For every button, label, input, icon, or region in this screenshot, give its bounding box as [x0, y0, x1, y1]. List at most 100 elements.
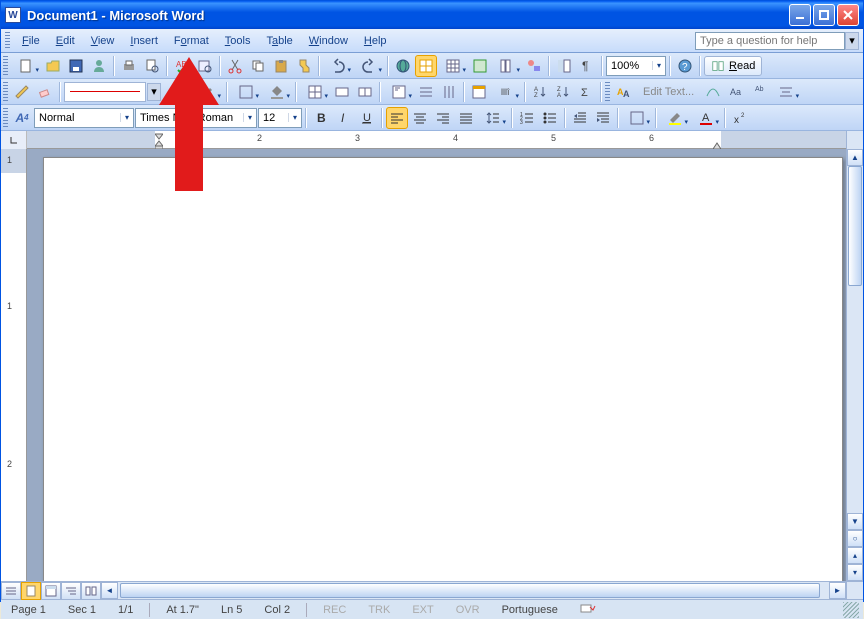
- hyperlink-button[interactable]: [392, 55, 414, 77]
- justify-button[interactable]: [455, 107, 477, 129]
- open-button[interactable]: [42, 55, 64, 77]
- toolbar-grip[interactable]: [3, 56, 8, 76]
- prev-page-button[interactable]: ▴: [847, 547, 863, 564]
- merge-cells-button[interactable]: [331, 81, 353, 103]
- toolbar-grip[interactable]: [5, 32, 10, 50]
- border-color-button[interactable]: [193, 81, 223, 103]
- spellcheck-button[interactable]: ABC: [171, 55, 193, 77]
- web-layout-view-button[interactable]: [41, 582, 61, 600]
- help-search-input[interactable]: Type a question for help: [695, 32, 845, 50]
- align-top-left-button[interactable]: [384, 81, 414, 103]
- scroll-right-button[interactable]: ►: [829, 582, 846, 599]
- print-preview-button[interactable]: [141, 55, 163, 77]
- page[interactable]: [43, 157, 843, 581]
- menu-view[interactable]: View: [83, 33, 123, 49]
- resize-grip[interactable]: [843, 602, 859, 618]
- cut-button[interactable]: [224, 55, 246, 77]
- text-direction-button[interactable]: lllî: [491, 81, 521, 103]
- numbering-button[interactable]: 123: [516, 107, 538, 129]
- menu-window[interactable]: Window: [301, 33, 356, 49]
- tab-selector[interactable]: [1, 131, 27, 149]
- scroll-down-button[interactable]: ▼: [847, 513, 863, 530]
- italic-button[interactable]: I: [333, 107, 355, 129]
- font-combo[interactable]: Times New Roman▾: [135, 108, 257, 128]
- shading-color-button[interactable]: [262, 81, 292, 103]
- hscroll-thumb[interactable]: [120, 583, 820, 598]
- paste-button[interactable]: [270, 55, 292, 77]
- align-center-button[interactable]: [409, 107, 431, 129]
- menu-insert[interactable]: Insert: [122, 33, 166, 49]
- sort-asc-button[interactable]: AZ: [529, 81, 551, 103]
- toolbar-grip[interactable]: [605, 82, 610, 102]
- scroll-left-button[interactable]: ◄: [101, 582, 118, 599]
- toolbar-grip[interactable]: [3, 82, 8, 102]
- tables-borders-button[interactable]: [415, 55, 437, 77]
- split-cells-button[interactable]: [354, 81, 376, 103]
- font-size-combo[interactable]: 12▾: [258, 108, 302, 128]
- save-button[interactable]: [65, 55, 87, 77]
- scroll-up-button[interactable]: ▲: [847, 149, 863, 166]
- insert-table-button-2[interactable]: [300, 81, 330, 103]
- copy-button[interactable]: [247, 55, 269, 77]
- menu-help[interactable]: Help: [356, 33, 395, 49]
- style-lock-icon[interactable]: AA: [613, 81, 635, 103]
- line-weight-combo[interactable]: [162, 81, 192, 103]
- styles-pane-button[interactable]: A4: [11, 107, 33, 129]
- font-color-button[interactable]: A: [691, 107, 721, 129]
- wordart-vertical-button[interactable]: Ab: [748, 81, 770, 103]
- line-style-dropdown[interactable]: ▾: [147, 83, 161, 101]
- horizontal-ruler[interactable]: 1 2 3 4 5 6 7: [27, 131, 846, 149]
- doc-map-button[interactable]: [553, 55, 575, 77]
- status-language[interactable]: Portuguese: [496, 604, 564, 616]
- wordart-same-height-button[interactable]: Aa: [725, 81, 747, 103]
- excel-button[interactable]: [469, 55, 491, 77]
- normal-view-button[interactable]: [1, 582, 21, 600]
- insert-table-button[interactable]: [438, 55, 468, 77]
- bold-button[interactable]: B: [310, 107, 332, 129]
- minimize-button[interactable]: [789, 4, 811, 26]
- underline-button[interactable]: U: [356, 107, 378, 129]
- bullets-button[interactable]: [539, 107, 561, 129]
- align-right-button[interactable]: [432, 107, 454, 129]
- print-button[interactable]: [118, 55, 140, 77]
- new-document-button[interactable]: [11, 55, 41, 77]
- document-area[interactable]: [27, 149, 846, 581]
- status-ovr[interactable]: OVR: [450, 604, 486, 616]
- outline-view-button[interactable]: [61, 582, 81, 600]
- status-spellcheck-icon[interactable]: [574, 602, 602, 617]
- print-layout-view-button[interactable]: [21, 582, 41, 600]
- wordart-align-button[interactable]: [771, 81, 801, 103]
- highlight-button[interactable]: [660, 107, 690, 129]
- browse-object-button[interactable]: ○: [847, 530, 863, 547]
- toolbar-grip[interactable]: [3, 108, 8, 128]
- line-spacing-button[interactable]: [478, 107, 508, 129]
- superscript-button[interactable]: x2: [729, 107, 751, 129]
- vertical-scrollbar[interactable]: ▲ ▼ ○ ▴ ▾: [846, 149, 863, 581]
- indent-marker[interactable]: [155, 131, 163, 149]
- distribute-cols-button[interactable]: [438, 81, 460, 103]
- style-combo[interactable]: Normal▾: [34, 108, 134, 128]
- zoom-combo[interactable]: 100%▾: [606, 56, 666, 76]
- line-style-combo[interactable]: [64, 82, 146, 102]
- increase-indent-button[interactable]: [592, 107, 614, 129]
- decrease-indent-button[interactable]: [569, 107, 591, 129]
- menu-table[interactable]: Table: [258, 33, 300, 49]
- help-button[interactable]: ?: [674, 55, 696, 77]
- redo-button[interactable]: [354, 55, 384, 77]
- show-hide-button[interactable]: ¶: [576, 55, 598, 77]
- menu-format[interactable]: Format: [166, 33, 217, 49]
- status-ext[interactable]: EXT: [406, 604, 439, 616]
- menu-edit[interactable]: Edit: [48, 33, 83, 49]
- close-button[interactable]: [837, 4, 859, 26]
- draw-table-button[interactable]: [11, 81, 33, 103]
- research-button[interactable]: [194, 55, 216, 77]
- eraser-button[interactable]: [34, 81, 56, 103]
- distribute-rows-button[interactable]: [415, 81, 437, 103]
- reading-layout-view-button[interactable]: [81, 582, 101, 600]
- drawing-toolbar-button[interactable]: [523, 55, 545, 77]
- autosum-button[interactable]: Σ: [575, 81, 597, 103]
- outside-border-button-2[interactable]: [622, 107, 652, 129]
- vertical-ruler[interactable]: 1 1 2: [1, 149, 27, 581]
- status-rec[interactable]: REC: [317, 604, 352, 616]
- read-mode-button[interactable]: Read: [704, 56, 762, 76]
